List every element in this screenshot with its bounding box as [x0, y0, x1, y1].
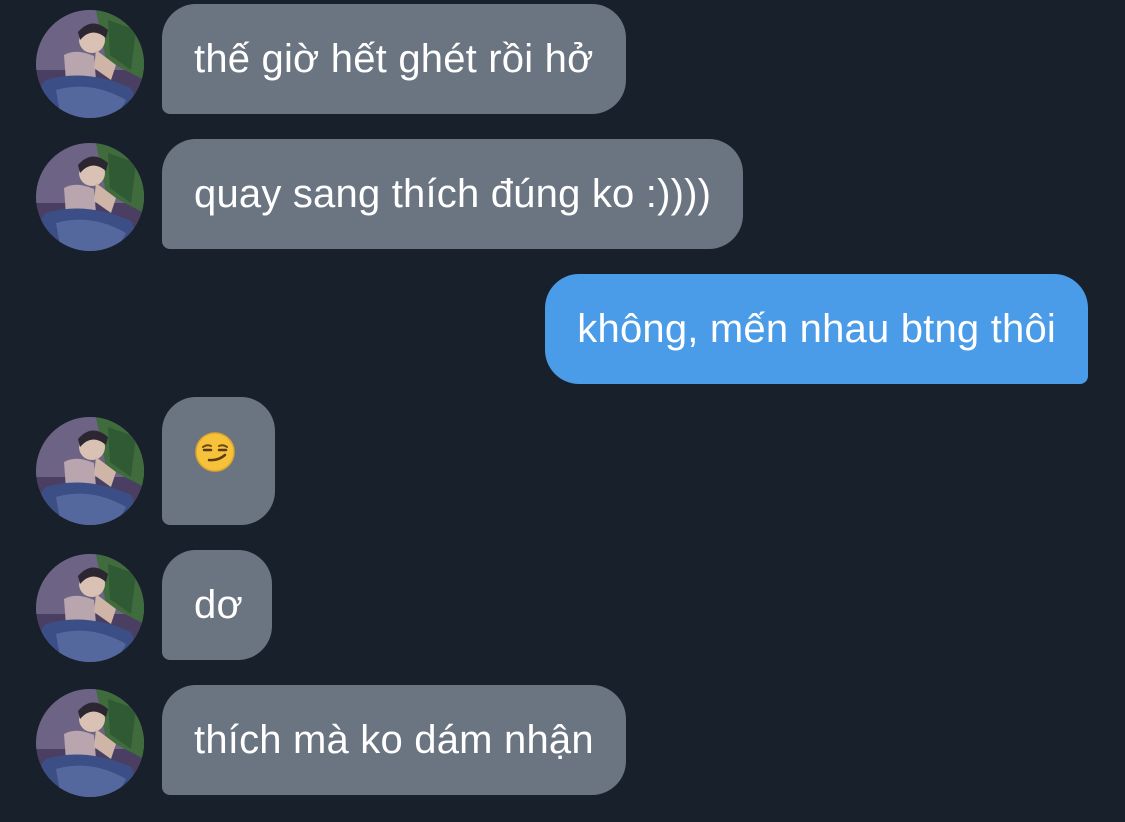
avatar-image	[36, 143, 144, 251]
message-row: quay sang thích đúng ko :))))	[0, 139, 1125, 249]
incoming-message-bubble[interactable]: thế giờ hết ghét rồi hở	[162, 4, 626, 114]
contact-avatar[interactable]	[36, 689, 144, 797]
message-row: dơ	[0, 550, 1125, 660]
message-row: không, mến nhau btng thôi	[0, 274, 1125, 384]
contact-avatar[interactable]	[36, 417, 144, 525]
incoming-message-bubble[interactable]: quay sang thích đúng ko :))))	[162, 139, 744, 249]
smirking-face-icon	[194, 396, 236, 524]
message-row	[0, 397, 1125, 525]
avatar-image	[36, 554, 144, 662]
incoming-message-bubble[interactable]	[162, 397, 275, 525]
message-row: thích mà ko dám nhận	[0, 685, 1125, 795]
message-row: thế giờ hết ghét rồi hở	[0, 4, 1125, 114]
contact-avatar[interactable]	[36, 10, 144, 118]
contact-avatar[interactable]	[36, 554, 144, 662]
avatar-image	[36, 10, 144, 118]
avatar-image	[36, 417, 144, 525]
outgoing-message-bubble[interactable]: không, mến nhau btng thôi	[545, 274, 1088, 384]
avatar-image	[36, 689, 144, 797]
incoming-message-bubble[interactable]: dơ	[162, 550, 272, 660]
incoming-message-bubble[interactable]: thích mà ko dám nhận	[162, 685, 626, 795]
contact-avatar[interactable]	[36, 143, 144, 251]
